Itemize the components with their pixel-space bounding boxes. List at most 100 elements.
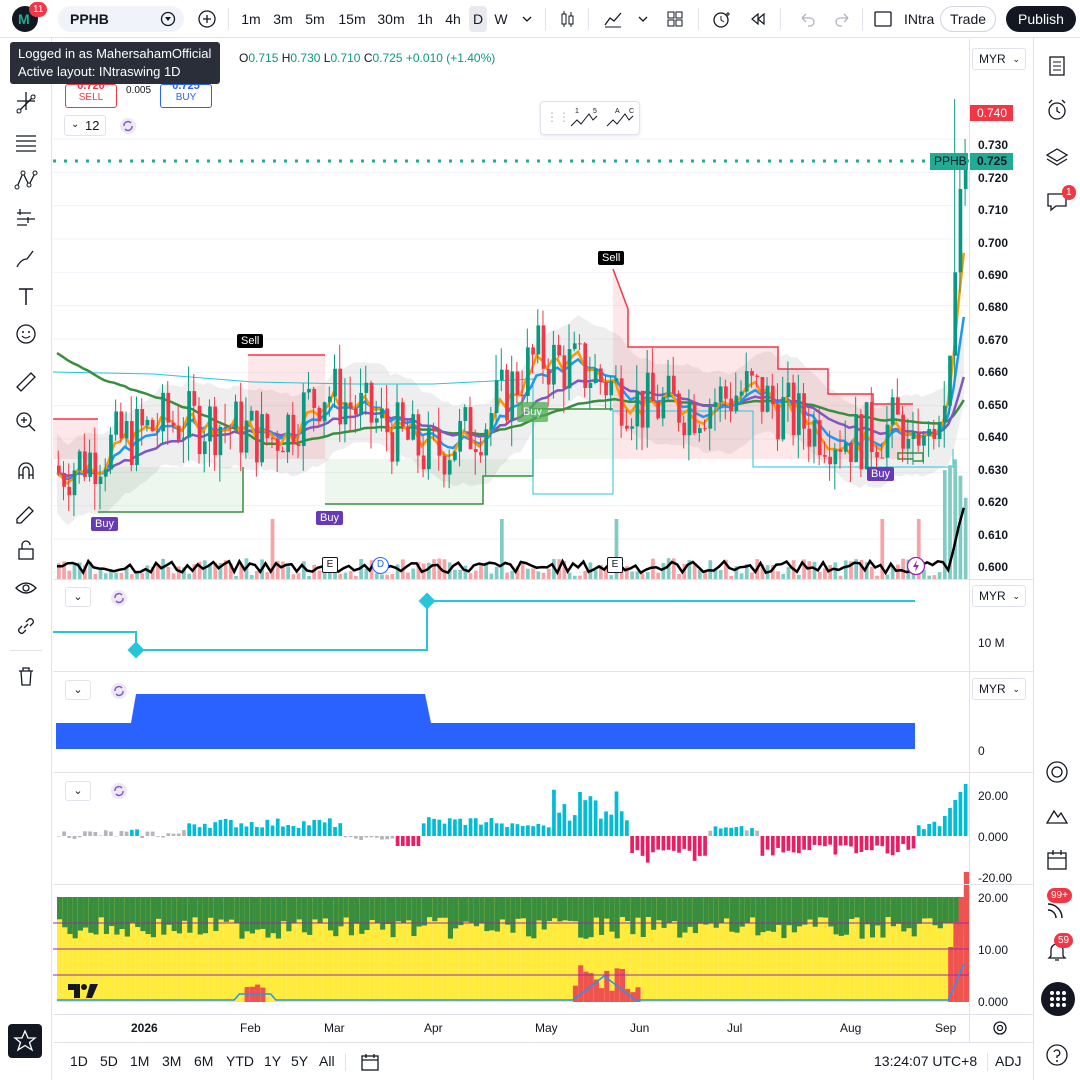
clock-time[interactable]: 13:24:07 UTC+8 [874, 1053, 977, 1069]
compare-add-icon[interactable] [194, 6, 220, 32]
eye-icon[interactable] [13, 575, 39, 601]
refresh-icon[interactable] [110, 682, 128, 700]
elliott-impulse-icon[interactable]: 1 5 [569, 106, 599, 132]
interval-3m[interactable]: 3m [270, 6, 296, 32]
date-range-icon[interactable] [359, 1051, 381, 1073]
pane-separator[interactable] [53, 772, 1033, 773]
earnings-marker[interactable]: E [322, 557, 338, 573]
candle-body [713, 402, 718, 407]
indicators-icon[interactable] [600, 6, 626, 32]
trade-button[interactable]: Trade [940, 6, 996, 32]
histogram-bar [906, 836, 911, 850]
range-5y[interactable]: 5Y [291, 1053, 308, 1069]
pattern-icon[interactable] [13, 167, 39, 193]
pencil-lock-icon[interactable] [13, 499, 39, 525]
pane2-currency-select[interactable]: MYR ⌄ [972, 585, 1026, 607]
lightning-event-icon[interactable] [906, 556, 926, 576]
elliott-correction-icon[interactable]: A C [605, 106, 635, 132]
drawing-floating-toolbar[interactable]: ⋮⋮ 1 5 A C [540, 101, 640, 135]
redo-icon[interactable] [830, 6, 856, 32]
drag-handle-icon[interactable]: ⋮⋮ [546, 110, 570, 124]
text-icon[interactable] [13, 283, 39, 309]
sell-button[interactable]: 0.720 SELL [65, 84, 117, 108]
range-1y[interactable]: 1Y [264, 1053, 281, 1069]
fib-retracement-icon[interactable] [13, 129, 39, 155]
interval-d-active[interactable]: D [469, 6, 487, 32]
zoom-in-icon[interactable] [13, 409, 39, 435]
buy-button[interactable]: 0.725 BUY [160, 84, 212, 108]
interval-5m[interactable]: 5m [302, 6, 328, 32]
range-ytd[interactable]: YTD [226, 1053, 254, 1069]
ruler-icon[interactable] [13, 369, 39, 395]
top-toolbar: M 11 PPHB 1m 3m 5m 15m 30m 1h 4h D W INt… [0, 0, 1080, 38]
help-icon[interactable] [1044, 1042, 1070, 1068]
interval-1h[interactable]: 1h [413, 6, 437, 32]
profile-bar-green [369, 897, 375, 920]
interval-30m[interactable]: 30m [374, 6, 408, 32]
interval-4h[interactable]: 4h [441, 6, 465, 32]
histogram-bar [843, 836, 848, 846]
lock-icon[interactable] [13, 537, 39, 563]
emoji-icon[interactable] [13, 321, 39, 347]
profile-bar-green [838, 897, 844, 936]
forecast-icon[interactable] [13, 205, 39, 231]
replay-icon[interactable] [746, 6, 772, 32]
range-5d[interactable]: 5D [100, 1053, 118, 1069]
range-all[interactable]: All [319, 1053, 335, 1069]
calendar-icon[interactable] [1044, 847, 1070, 873]
trash-icon[interactable] [13, 663, 39, 689]
elliott-label-1: 1 [575, 108, 579, 115]
chevron-down-icon[interactable] [514, 6, 540, 32]
link-icon[interactable] [13, 613, 39, 639]
candle-style-icon[interactable] [554, 6, 580, 32]
range-6m[interactable]: 6M [194, 1053, 213, 1069]
ideas-mountain-icon[interactable] [1044, 803, 1070, 829]
currency-select[interactable]: MYR ⌄ [972, 48, 1026, 70]
adjust-toggle[interactable]: ADJ [995, 1053, 1021, 1069]
pane4-collapse-button[interactable]: ⌄ [65, 781, 91, 801]
refresh-icon[interactable] [110, 782, 128, 800]
trendline-icon[interactable] [13, 91, 39, 117]
flag-icon[interactable] [160, 11, 176, 27]
publish-button[interactable]: Publish [1006, 6, 1076, 32]
symbol-search-button[interactable]: PPHB [58, 6, 184, 32]
candle-body [421, 455, 426, 470]
range-1m[interactable]: 1M [130, 1053, 149, 1069]
chevron-down-icon[interactable] [630, 6, 656, 32]
favorites-button[interactable] [8, 1024, 42, 1058]
pane3-collapse-button[interactable]: ⌄ [65, 680, 91, 700]
layouts-grid-icon[interactable] [662, 6, 688, 32]
histogram-bar [119, 830, 124, 836]
refresh-icon[interactable] [110, 589, 128, 607]
dividend-marker[interactable]: D [372, 557, 389, 574]
earnings-marker[interactable]: E [607, 557, 623, 573]
layers-icon[interactable] [1044, 145, 1070, 171]
magnet-icon[interactable] [13, 459, 39, 485]
layout-name-button[interactable]: INtra [904, 6, 938, 32]
indicators-collapse-button[interactable]: ⌄ 12 [64, 115, 106, 136]
range-1d[interactable]: 1D [70, 1053, 88, 1069]
alarm-clock-icon[interactable] [1044, 97, 1070, 123]
pane-separator[interactable] [53, 884, 1033, 885]
brush-icon[interactable] [13, 245, 39, 271]
pane4-axis-tick: 20.00 [978, 789, 1009, 803]
settings-gear-icon[interactable] [990, 1018, 1010, 1038]
alert-clock-icon[interactable] [708, 6, 734, 32]
interval-w[interactable]: W [491, 6, 511, 32]
pane2-collapse-button[interactable]: ⌄ [65, 587, 91, 607]
refresh-icon[interactable] [119, 117, 137, 135]
watchlist-icon[interactable] [1044, 53, 1070, 79]
pane3-currency-select[interactable]: MYR ⌄ [972, 678, 1026, 700]
target-icon[interactable] [1044, 759, 1070, 785]
interval-1m[interactable]: 1m [238, 6, 264, 32]
pane-separator[interactable] [53, 671, 1033, 672]
histogram-bar [776, 836, 780, 848]
volume-bar [645, 572, 650, 579]
pane-separator[interactable] [53, 579, 1033, 580]
undo-icon[interactable] [794, 6, 820, 32]
apps-button[interactable] [1041, 982, 1075, 1016]
layout-square-icon[interactable] [870, 6, 896, 32]
interval-15m[interactable]: 15m [335, 6, 369, 32]
range-3m[interactable]: 3M [162, 1053, 181, 1069]
chart-canvas[interactable] [53, 39, 1033, 1041]
